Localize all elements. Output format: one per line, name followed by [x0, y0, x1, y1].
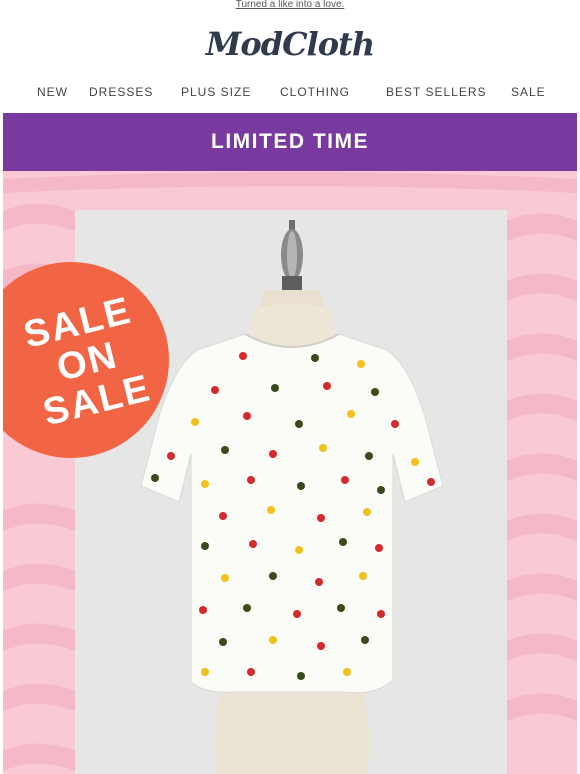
- sale-on-sale-badge[interactable]: SALE ON SALE: [3, 262, 171, 458]
- nav-item-dresses[interactable]: DRESSES: [89, 82, 153, 102]
- nav-item-clothing[interactable]: CLOTHING: [280, 82, 350, 102]
- nav-item-plus-size[interactable]: PLUS SIZE: [181, 82, 251, 102]
- preheader-link[interactable]: Turned a like into a love.: [236, 0, 345, 10]
- preheader: Turned a like into a love.: [0, 0, 580, 12]
- hero-section[interactable]: SALE ON SALE: [3, 171, 577, 774]
- modcloth-logo[interactable]: ModCloth: [0, 22, 580, 66]
- main-nav: NEW DRESSES PLUS SIZE CLOTHING BEST SELL…: [0, 82, 580, 102]
- limited-time-banner[interactable]: LIMITED TIME: [3, 113, 577, 171]
- nav-item-new[interactable]: NEW: [37, 82, 68, 102]
- nav-item-best-sellers[interactable]: BEST SELLERS: [386, 82, 487, 102]
- nav-item-sale[interactable]: SALE: [511, 82, 546, 102]
